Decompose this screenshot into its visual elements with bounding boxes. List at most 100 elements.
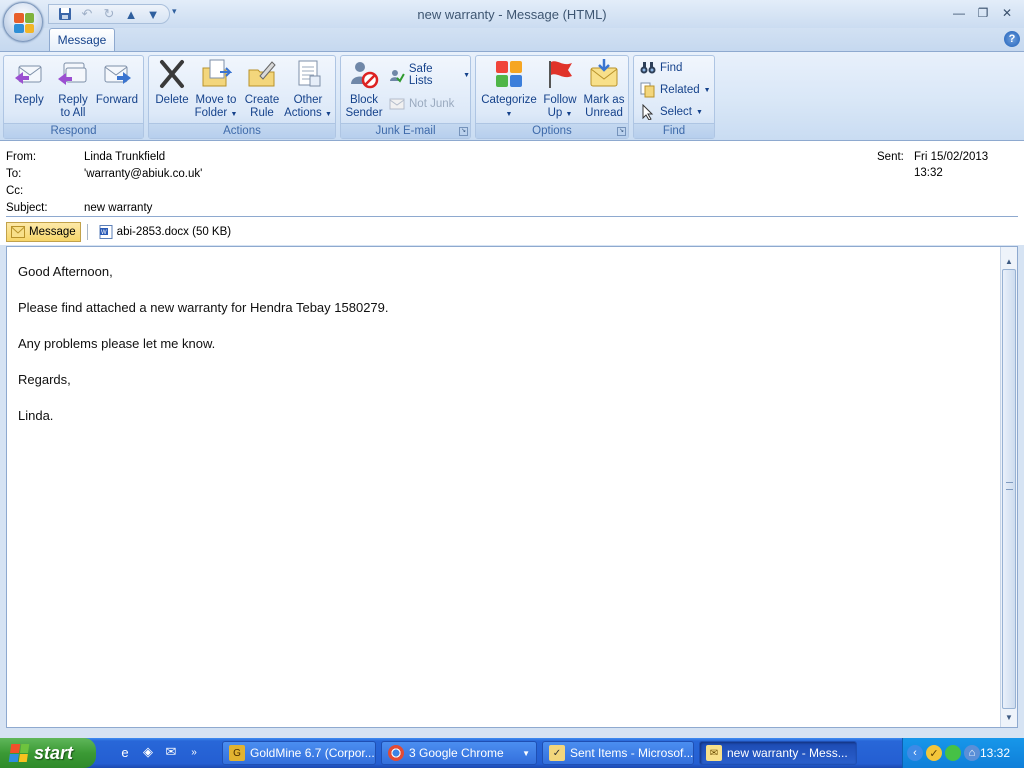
follow-up-flag-icon (549, 61, 572, 88)
cc-label: Cc: (6, 185, 24, 197)
close-icon[interactable]: ✕ (996, 4, 1018, 22)
find-button[interactable]: Find (640, 58, 682, 78)
title-bar: new warranty - Message (HTML) ↶ ↻ ▲ ▼ ▾ … (0, 0, 1024, 28)
reply-icon (15, 65, 42, 84)
task-sent-items[interactable]: ✓ Sent Items - Microsof... (542, 741, 694, 765)
undo-icon[interactable]: ↶ (77, 5, 97, 23)
windows-logo-icon (8, 744, 30, 762)
office-logo-icon (14, 13, 34, 33)
restore-icon[interactable]: ❐ (972, 4, 994, 22)
office-button[interactable] (3, 2, 43, 42)
network-icon[interactable]: ⌂ (964, 745, 980, 761)
delete-button[interactable]: Delete (153, 58, 191, 107)
dropdown-arrow-icon: ▼ (324, 111, 332, 118)
safe-lists-icon (389, 70, 405, 83)
vertical-scrollbar[interactable]: ▲ ▼ (1000, 247, 1017, 727)
select-button[interactable]: Select ▼ (640, 102, 703, 122)
ribbon-tabs: Message ? (0, 28, 1024, 52)
status-green-icon[interactable] (945, 745, 961, 761)
sent-label: Sent: (877, 151, 904, 163)
task-new-warranty[interactable]: ✉ new warranty - Mess... (699, 741, 857, 765)
message-body[interactable]: Good Afternoon, Please find attached a n… (6, 246, 1018, 728)
create-rule-button[interactable]: Create Rule (241, 58, 283, 120)
categorize-icon (496, 61, 522, 87)
delete-icon (160, 60, 184, 88)
create-rule-icon (248, 61, 276, 87)
redo-icon[interactable]: ↻ (99, 5, 119, 23)
ribbon: Reply Reply to All Forward Respond Delet… (0, 51, 1024, 141)
show-hidden-icons-icon[interactable]: ‹ (907, 745, 923, 761)
forward-icon (104, 65, 131, 84)
block-sender-icon (351, 62, 379, 89)
ie-settings-icon[interactable]: ◈ (139, 743, 157, 761)
internet-explorer-icon[interactable]: e (116, 743, 134, 761)
block-sender-button[interactable]: Block Sender (343, 58, 385, 120)
customize-toolbar-icon[interactable]: ▾ (172, 6, 177, 17)
window-controls: — ❐ ✕ (948, 4, 1018, 22)
reply-all-icon (58, 62, 87, 85)
from-row: From: Linda Trunkfield Sent: Fri 15/02/2… (6, 149, 1018, 179)
from-value[interactable]: Linda Trunkfield (84, 149, 165, 165)
other-actions-icon (298, 60, 321, 87)
save-icon[interactable] (55, 5, 75, 23)
dialog-launcher-icon[interactable]: ↘ (617, 127, 626, 136)
binoculars-icon (640, 62, 656, 74)
attachment-separator (86, 224, 88, 240)
attachment-file[interactable]: W abi-2853.docx (50 KB) (94, 222, 236, 242)
mark-as-unread-icon (590, 59, 618, 87)
scroll-grip-icon (1006, 482, 1013, 490)
svg-text:W: W (101, 230, 107, 236)
group-find: Find Related ▼ Select ▼ Find (633, 55, 715, 139)
group-label-options: Options (476, 123, 628, 138)
not-junk-icon (389, 98, 405, 110)
scroll-thumb[interactable] (1002, 269, 1016, 709)
group-dropdown-icon: ▼ (522, 748, 530, 758)
tab-message[interactable]: Message (49, 28, 115, 52)
forward-button[interactable]: Forward (94, 58, 140, 107)
related-icon (640, 82, 655, 98)
dropdown-arrow-icon: ▼ (230, 111, 238, 118)
attachment-bar: Message W abi-2853.docx (50 KB) (6, 221, 236, 243)
signature-line: Linda. (18, 408, 54, 423)
group-label-actions: Actions (149, 123, 335, 138)
quick-launch: e ◈ ✉ » (116, 743, 203, 761)
dropdown-arrow-icon: ▼ (565, 111, 573, 118)
quick-launch-more-icon[interactable]: » (185, 743, 203, 761)
body-line-2: Any problems please let me know. (18, 336, 216, 351)
start-button[interactable]: start (0, 738, 96, 768)
closing-line: Regards, (18, 372, 71, 387)
reply-all-button[interactable]: Reply to All (52, 58, 94, 120)
other-actions-button[interactable]: Other Actions ▼ (283, 58, 333, 121)
not-junk-button[interactable]: Not Junk (389, 94, 454, 114)
previous-item-icon[interactable]: ▲ (121, 5, 141, 23)
task-goldmine[interactable]: G GoldMine 6.7 (Corpor... (222, 741, 376, 765)
clock[interactable]: 13:32 (980, 746, 1010, 760)
mark-as-unread-button[interactable]: Mark as Unread (582, 58, 626, 120)
greeting-line: Good Afternoon, (18, 264, 113, 279)
subject-value: new warranty (84, 202, 153, 214)
dropdown-arrow-icon: ▼ (463, 71, 470, 79)
goldmine-icon: G (229, 745, 245, 761)
dropdown-arrow-icon: ▼ (505, 111, 513, 118)
group-actions: Delete Move to Folder ▼ Create Rule Othe… (148, 55, 336, 139)
follow-up-button[interactable]: Follow Up ▼ (540, 58, 580, 121)
group-label-respond: Respond (4, 123, 143, 138)
outlook-icon[interactable]: ✉ (162, 743, 180, 761)
group-label-find: Find (634, 123, 714, 138)
message-tab-button[interactable]: Message (6, 222, 81, 242)
next-item-icon[interactable]: ▼ (143, 5, 163, 23)
related-button[interactable]: Related ▼ (640, 80, 711, 100)
task-google-chrome[interactable]: 3 Google Chrome ▼ (381, 741, 537, 765)
categorize-button[interactable]: Categorize ▼ (480, 58, 538, 121)
outlook-tray-icon[interactable]: ✓ (926, 745, 942, 761)
dialog-launcher-icon[interactable]: ↘ (459, 127, 468, 136)
scroll-down-icon[interactable]: ▼ (1001, 709, 1017, 725)
scroll-up-icon[interactable]: ▲ (1001, 253, 1017, 269)
taskbar: start e ◈ ✉ » G GoldMine 6.7 (Corpor... … (0, 738, 1024, 768)
reply-button[interactable]: Reply (8, 58, 50, 107)
help-icon[interactable]: ? (1004, 31, 1020, 47)
minimize-icon[interactable]: — (948, 4, 970, 22)
safe-lists-button[interactable]: Safe Lists ▼ (389, 63, 470, 87)
move-to-folder-button[interactable]: Move to Folder ▼ (193, 58, 239, 121)
to-value[interactable]: 'warranty@abiuk.co.uk' (84, 166, 202, 182)
